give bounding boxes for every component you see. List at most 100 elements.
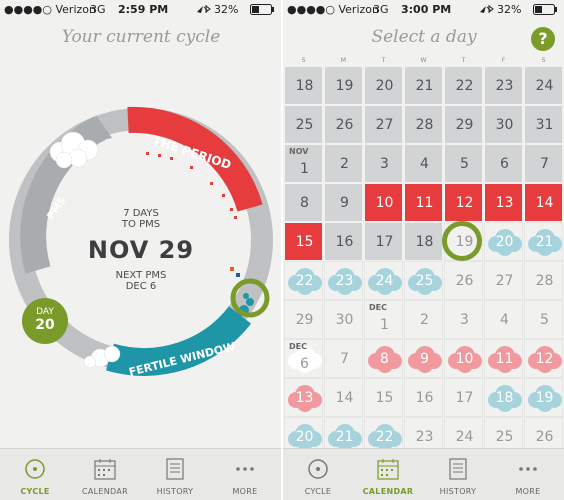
day-number: 21 [415, 78, 434, 94]
calendar-day[interactable]: 31 [524, 105, 563, 144]
calendar-day[interactable]: 19 [442, 221, 483, 261]
calendar-day[interactable]: 24 [524, 66, 563, 105]
day-number: 16 [415, 390, 434, 406]
calendar-day[interactable]: 7 [324, 339, 363, 378]
calendar-day[interactable]: 25 [284, 105, 323, 144]
calendar-day[interactable]: 5 [524, 300, 563, 339]
tab-history[interactable]: HISTORY [140, 449, 210, 500]
calendar-day[interactable]: DEC 1 [364, 300, 403, 339]
calendar-day[interactable]: 7 [524, 144, 563, 183]
history-icon [449, 458, 467, 480]
calendar-day[interactable]: 27 [484, 261, 523, 300]
calendar-day[interactable]: 20 [484, 222, 523, 261]
calendar-day[interactable]: 25 [404, 261, 443, 300]
day-number: 14 [335, 390, 354, 406]
cycle-icon [25, 459, 45, 479]
next-pms-date: DEC 6 [125, 281, 157, 292]
tab-more[interactable]: MORE [210, 449, 280, 500]
calendar-icon [94, 459, 116, 480]
calendar-day[interactable]: 15 [284, 222, 323, 261]
calendar-day[interactable]: 15 [364, 378, 403, 417]
day-number: 26 [335, 117, 354, 133]
calendar-day[interactable]: 23 [484, 66, 523, 105]
tab-history[interactable]: HISTORY [423, 449, 493, 500]
calendar-day[interactable]: 6 [484, 144, 523, 183]
calendar-day[interactable]: 3 [444, 300, 483, 339]
day-number: 8 [300, 195, 309, 211]
calendar-day[interactable]: 13 [484, 183, 523, 222]
calendar-day[interactable]: 26 [324, 105, 363, 144]
calendar-day[interactable]: DEC 6 [284, 339, 323, 378]
calendar-day[interactable]: 17 [364, 222, 403, 261]
calendar-day[interactable]: 21 [404, 66, 443, 105]
calendar-day[interactable]: 27 [364, 105, 403, 144]
clock: 3:00 PM [401, 3, 452, 16]
calendar-day[interactable]: 24 [364, 261, 403, 300]
battery-icon [250, 4, 274, 15]
weekday-label: T [381, 57, 386, 64]
calendar-day[interactable]: 21 [524, 222, 563, 261]
day-number: 2 [340, 156, 349, 172]
calendar-day[interactable]: 2 [324, 144, 363, 183]
calendar-day[interactable]: 30 [484, 105, 523, 144]
calendar-day[interactable]: 11 [484, 339, 523, 378]
calendar-day[interactable]: 10 [444, 339, 483, 378]
tab-more[interactable]: MORE [493, 449, 563, 500]
calendar-day[interactable]: 28 [404, 105, 443, 144]
day-number: 4 [420, 156, 429, 172]
tab-cycle[interactable]: CYCLE [0, 449, 70, 500]
day-number: 6 [500, 156, 509, 172]
calendar-day[interactable]: 18 [404, 222, 443, 261]
location-bluetooth-icon [197, 5, 211, 13]
calendar-day[interactable]: 23 [324, 261, 363, 300]
battery-percent: 32% [497, 3, 522, 16]
day-number: 16 [335, 234, 354, 250]
calendar-day[interactable]: 16 [404, 378, 443, 417]
calendar-day[interactable]: 11 [404, 183, 443, 222]
calendar-day[interactable]: 10 [364, 183, 403, 222]
day-number: 13 [495, 195, 514, 211]
calendar-day[interactable]: 29 [444, 105, 483, 144]
calendar-day[interactable]: 8 [284, 183, 323, 222]
calendar-day[interactable]: 2 [404, 300, 443, 339]
tab-calendar[interactable]: CALENDAR [353, 449, 423, 500]
calendar-day[interactable]: 19 [324, 66, 363, 105]
calendar-day[interactable]: 12 [524, 339, 563, 378]
day-number: 20 [375, 78, 394, 94]
calendar-day[interactable]: 8 [364, 339, 403, 378]
calendar-day[interactable]: 22 [444, 66, 483, 105]
calendar-day[interactable]: 17 [444, 378, 483, 417]
calendar-day[interactable]: 19 [524, 378, 563, 417]
calendar-day[interactable]: 4 [404, 144, 443, 183]
day-number: 11 [495, 351, 514, 367]
calendar-day[interactable]: 12 [444, 183, 483, 222]
calendar-day[interactable]: 30 [324, 300, 363, 339]
weekday-label: W [420, 57, 427, 64]
calendar-day[interactable]: 14 [324, 378, 363, 417]
battery-icon [533, 4, 557, 15]
tab-cycle[interactable]: CYCLE [283, 449, 353, 500]
calendar-day[interactable]: 14 [524, 183, 563, 222]
day-number: 20 [35, 317, 55, 333]
calendar-day[interactable]: 9 [324, 183, 363, 222]
calendar-day[interactable]: 18 [284, 66, 323, 105]
calendar-day[interactable]: 22 [284, 261, 323, 300]
tab-label: MORE [515, 487, 541, 496]
calendar-day[interactable]: 18 [484, 378, 523, 417]
tab-label: CALENDAR [81, 487, 128, 496]
calendar-day[interactable]: 20 [364, 66, 403, 105]
calendar-day[interactable]: 13 [284, 378, 323, 417]
calendar-day[interactable]: 4 [484, 300, 523, 339]
calendar-day[interactable]: 9 [404, 339, 443, 378]
day-number: 23 [335, 273, 354, 289]
tab-calendar[interactable]: CALENDAR [70, 449, 140, 500]
calendar-day[interactable]: 28 [524, 261, 563, 300]
day-number: 28 [535, 273, 554, 289]
calendar-day[interactable]: NOV 1 [284, 144, 323, 183]
calendar-day[interactable]: 3 [364, 144, 403, 183]
help-button[interactable]: ? [531, 27, 555, 51]
calendar-day[interactable]: 16 [324, 222, 363, 261]
calendar-day[interactable]: 26 [444, 261, 483, 300]
calendar-day[interactable]: 5 [444, 144, 483, 183]
calendar-day[interactable]: 29 [284, 300, 323, 339]
